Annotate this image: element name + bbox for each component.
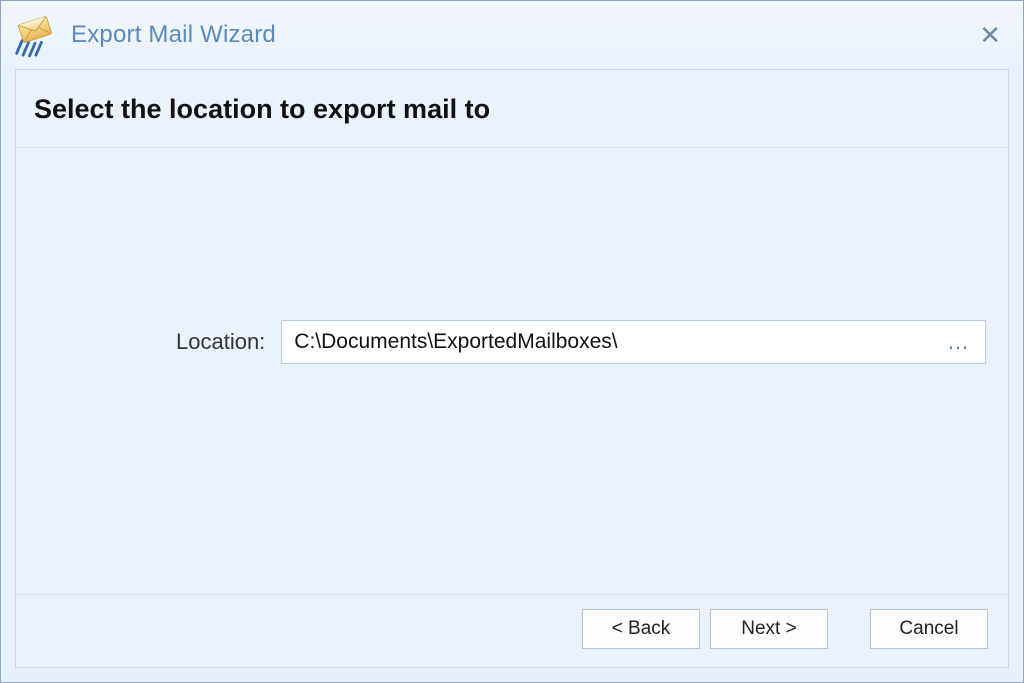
wizard-footer: < Back Next > Cancel: [16, 595, 1008, 667]
close-icon[interactable]: ✕: [971, 18, 1009, 52]
titlebar: Export Mail Wizard ✕: [1, 1, 1023, 69]
export-mail-wizard-window: Export Mail Wizard ✕ Select the location…: [0, 0, 1024, 683]
location-label: Location:: [176, 329, 265, 355]
cancel-button[interactable]: Cancel: [870, 609, 988, 649]
window-title: Export Mail Wizard: [71, 21, 971, 49]
page-heading: Select the location to export mail to: [16, 70, 1008, 147]
location-row: Location: …: [176, 320, 986, 364]
location-input[interactable]: [292, 329, 941, 355]
location-field[interactable]: …: [281, 320, 986, 364]
mail-icon: [11, 11, 59, 59]
back-button[interactable]: < Back: [582, 609, 700, 649]
wizard-frame: Select the location to export mail to Lo…: [15, 69, 1009, 668]
wizard-body: Location: …: [16, 148, 1008, 594]
next-button[interactable]: Next >: [710, 609, 828, 649]
ellipsis-icon[interactable]: …: [941, 331, 977, 353]
nav-button-group: < Back Next >: [582, 609, 828, 649]
